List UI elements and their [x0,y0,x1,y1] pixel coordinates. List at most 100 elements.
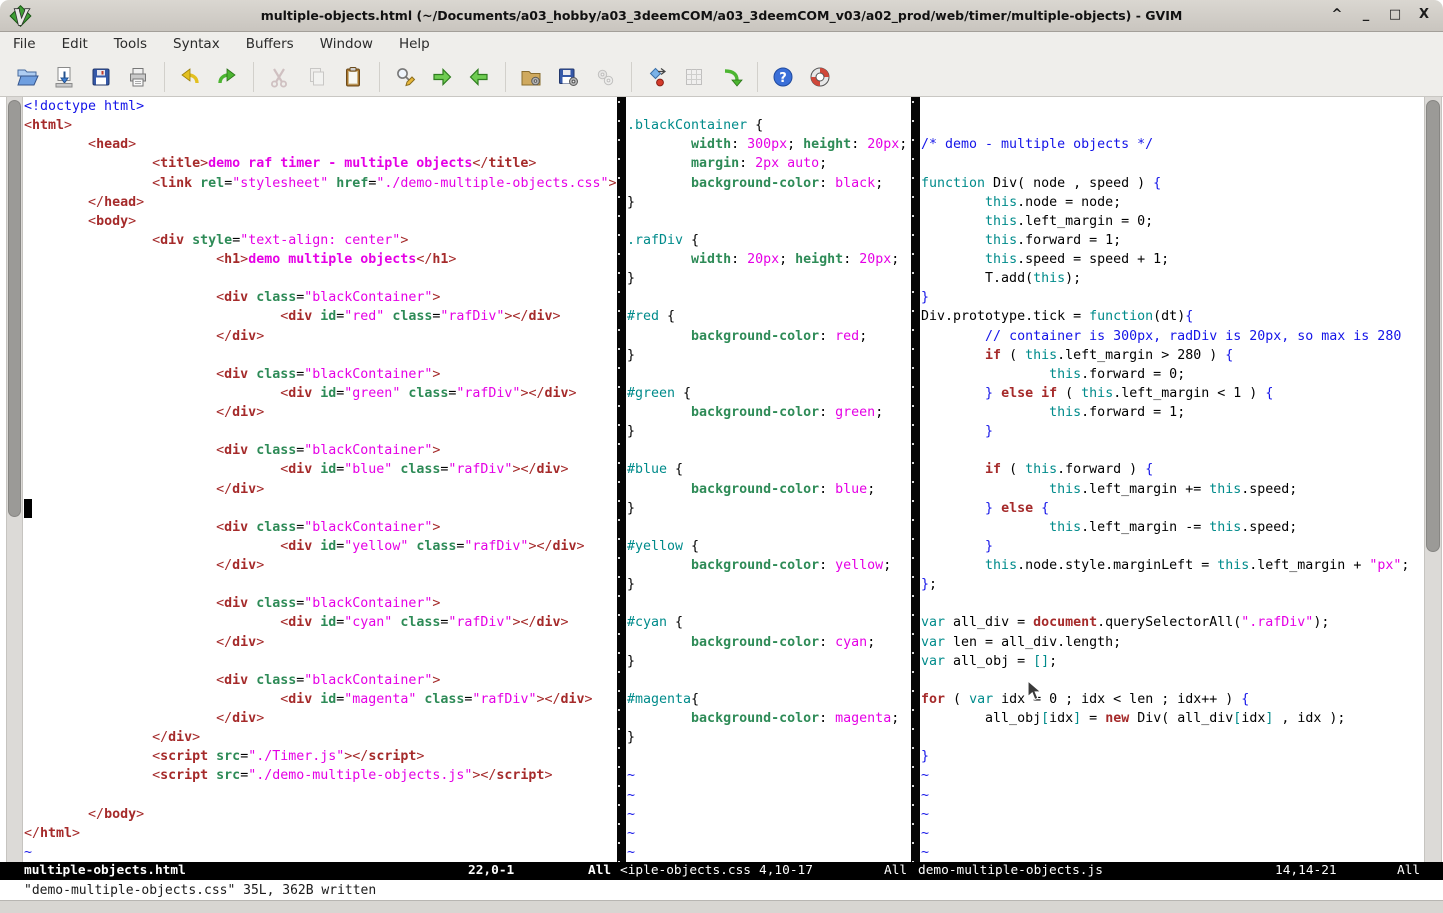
code-line: this.left_margin = 0; [921,212,1421,231]
code-line: this.left_margin -= this.speed; [921,518,1421,537]
minimize-button[interactable]: _ [1357,6,1375,24]
code-line [627,671,910,690]
status-bar: multiple-objects.html 22,0-1 All <iple-o… [0,862,1443,880]
left-scrollbar-thumb[interactable] [8,100,21,517]
copy-icon[interactable] [304,65,328,89]
shade-button[interactable]: ^ [1328,6,1346,24]
code-line: <script src="./Timer.js"></script> [24,747,616,766]
gvim-window: multiple-objects.html (~/Documents/a03_h… [0,0,1443,913]
code-line [627,594,910,613]
undo-icon[interactable] [178,65,202,89]
toolbar-separator [253,62,254,92]
pane-html[interactable]: <!doctype html><html> <head> <title>demo… [24,97,616,862]
find-help-icon[interactable] [808,65,832,89]
status-pos-right: 14,14-21 [1275,863,1337,878]
help-icon[interactable]: ? [771,65,795,89]
find-next-icon[interactable] [430,65,454,89]
code-line: <div class="blackContainer"> [24,671,616,690]
cut-icon[interactable] [267,65,291,89]
code-line: } [627,269,910,288]
toolbar: ? [0,57,1443,97]
pane-js[interactable]: /* demo - multiple objects */ function D… [921,97,1421,862]
status-file-right: demo-multiple-objects.js [918,863,1103,878]
menu-syntax[interactable]: Syntax [160,34,233,55]
code-line: } [627,499,910,518]
code-line [921,728,1421,747]
code-line [24,652,616,671]
right-scrollbar[interactable] [1424,97,1442,862]
menu-tools[interactable]: Tools [101,34,160,55]
open-icon[interactable] [15,65,39,89]
window-separator[interactable] [617,97,626,862]
code-line: } [921,747,1421,766]
title-bar[interactable]: multiple-objects.html (~/Documents/a03_h… [0,0,1443,32]
menu-edit[interactable]: Edit [49,34,101,55]
code-line: <link rel="stylesheet" href="./demo-mult… [24,174,616,193]
close-button[interactable]: X [1415,6,1433,24]
code-line: <html> [24,116,616,135]
code-line: </div> [24,480,616,499]
make-icon[interactable] [645,65,669,89]
code-line: this.node.style.marginLeft = this.left_m… [921,556,1421,575]
menu-file[interactable]: File [12,34,49,55]
code-line [627,365,910,384]
svg-text:?: ? [779,70,787,85]
find-replace-icon[interactable] [393,65,417,89]
code-line: ~ [921,786,1421,805]
code-line: ~ [627,786,910,805]
paste-icon[interactable] [341,65,365,89]
code-line: <div id="green" class="rafDiv"></div> [24,384,616,403]
code-line: } [921,288,1421,307]
code-line: <div id="red" class="rafDiv"></div> [24,307,616,326]
code-line: background-color: cyan; [627,633,910,652]
print-icon[interactable] [126,65,150,89]
left-scrollbar[interactable] [6,97,23,862]
code-line: } [627,346,910,365]
code-line [24,575,616,594]
command-line[interactable]: "demo-multiple-objects.css" 35L, 362B wr… [0,880,1443,900]
jump-tag-icon[interactable] [719,65,743,89]
code-line: ~ [921,766,1421,785]
text-cursor [24,499,32,518]
code-line: background-color: magenta; [627,709,910,728]
code-line: } [921,422,1421,441]
menu-buffers[interactable]: Buffers [233,34,307,55]
code-line [627,212,910,231]
save-all-icon[interactable] [89,65,113,89]
redo-icon[interactable] [215,65,239,89]
code-line: background-color: blue; [627,480,910,499]
save-icon[interactable] [52,65,76,89]
code-line: </div> [24,709,616,728]
code-line: var len = all_div.length; [921,633,1421,652]
menu-help[interactable]: Help [386,34,443,55]
code-line: .blackContainer { [627,116,910,135]
run-script-icon[interactable] [593,65,617,89]
code-line: #blue { [627,460,910,479]
window-separator[interactable] [911,97,920,862]
save-session-icon[interactable] [556,65,580,89]
menu-window[interactable]: Window [307,34,386,55]
code-line: <body> [24,212,616,231]
code-line: ~ [627,843,910,862]
code-line: <div class="blackContainer"> [24,594,616,613]
maximize-button[interactable]: □ [1386,6,1404,24]
code-line: ~ [627,805,910,824]
toolbar-separator [164,62,165,92]
right-scrollbar-thumb[interactable] [1426,100,1440,552]
load-session-icon[interactable] [519,65,543,89]
pane-css[interactable]: .blackContainer { width: 300px; height: … [627,97,910,862]
build-tags-icon[interactable] [682,65,706,89]
find-prev-icon[interactable] [467,65,491,89]
status-scroll-middle: All [884,863,907,878]
window-bottom-edge [0,900,1443,913]
code-line: <div id="cyan" class="rafDiv"></div> [24,613,616,632]
code-line: } else if ( this.left_margin < 1 ) { [921,384,1421,403]
code-line [24,269,616,288]
code-line [921,97,1421,116]
code-line: <div style="text-align: center"> [24,231,616,250]
code-line: margin: 2px auto; [627,154,910,173]
code-line: this.node = node; [921,193,1421,212]
code-line: <head> [24,135,616,154]
code-line [627,518,910,537]
code-line: }; [921,575,1421,594]
